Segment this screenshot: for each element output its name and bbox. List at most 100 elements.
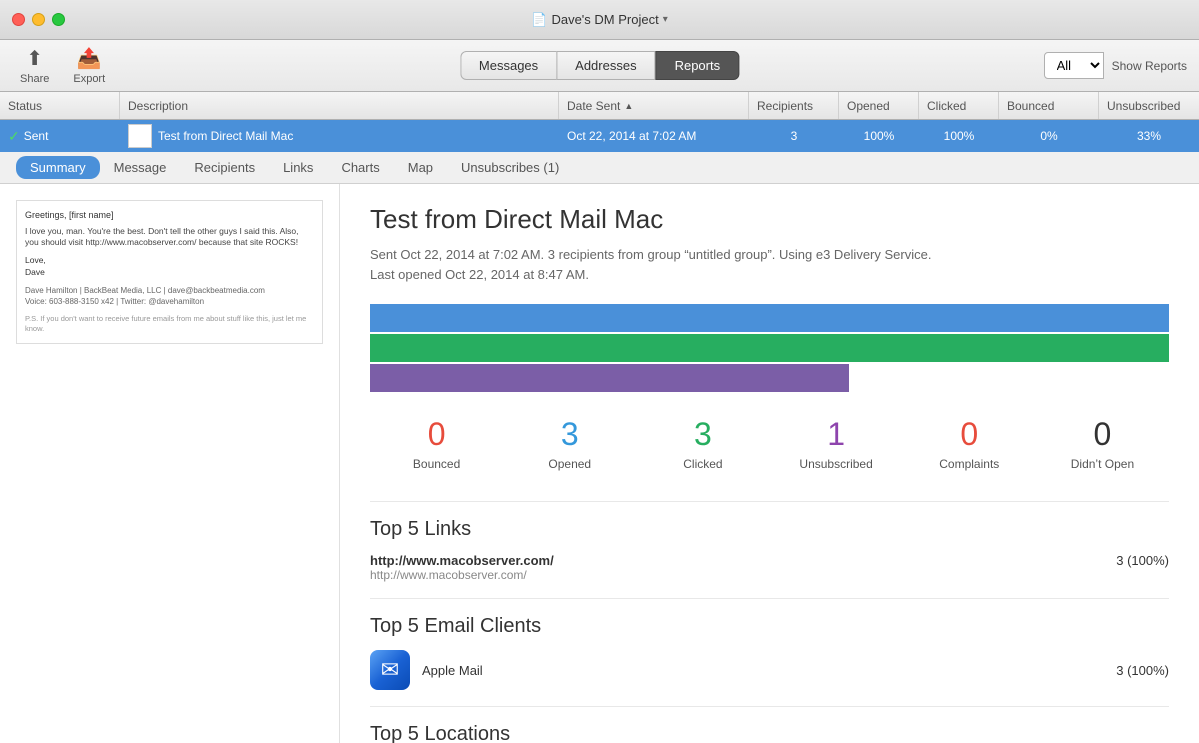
stat-didnt-open: 0 Didn’t Open <box>1036 416 1169 471</box>
th-recipients: Recipients <box>749 92 839 119</box>
td-date-sent: Oct 22, 2014 at 7:02 AM <box>559 120 749 152</box>
share-button[interactable]: ⬆ Share <box>12 42 57 89</box>
sub-tabs-bar: Summary Message Recipients Links Charts … <box>0 152 1199 184</box>
top-email-clients-title: Top 5 Email Clients <box>370 615 1169 638</box>
th-status: Status <box>0 92 120 119</box>
stat-unsubscribed-label: Unsubscribed <box>770 457 903 471</box>
tab-message[interactable]: Message <box>100 156 181 179</box>
stat-opened-number: 3 <box>503 416 636 453</box>
td-recipients: 3 <box>749 120 839 152</box>
toolbar-left: ⬆ Share 📤 Export <box>12 42 113 89</box>
tab-charts[interactable]: Charts <box>327 156 393 179</box>
email-client-count: 3 (100%) <box>1116 663 1169 678</box>
email-client-left: Apple Mail <box>370 650 483 690</box>
stats-row: 0 Bounced 3 Opened 3 Clicked 1 Unsubscri… <box>370 416 1169 471</box>
td-opened: 100% <box>839 120 919 152</box>
toolbar-right: All Show Reports <box>1044 52 1187 79</box>
titlebar: 📄 Dave's DM Project ▾ <box>0 0 1199 40</box>
nav-messages[interactable]: Messages <box>460 51 556 80</box>
stat-unsubscribed: 1 Unsubscribed <box>770 416 903 471</box>
table-row[interactable]: ✓ Sent Test from Direct Mail Mac Oct 22,… <box>0 120 1199 152</box>
nav-reports[interactable]: Reports <box>656 51 740 80</box>
filter-select[interactable]: All <box>1044 52 1104 79</box>
show-reports-label: Show Reports <box>1112 59 1187 73</box>
email-client-row: Apple Mail 3 (100%) <box>370 650 1169 690</box>
email-closing: Love,Dave <box>25 255 314 279</box>
tab-summary[interactable]: Summary <box>16 156 100 179</box>
chart-bar-opened <box>370 304 1169 332</box>
stat-clicked: 3 Clicked <box>636 416 769 471</box>
th-opened: Opened <box>839 92 919 119</box>
email-preview-panel: Greetings, [first name] I love you, man.… <box>0 184 340 743</box>
divider-3 <box>370 706 1169 707</box>
email-body-line1: I love you, man. You're the best. Don't … <box>25 226 314 250</box>
sent-check-icon: ✓ <box>8 128 20 145</box>
document-icon: 📄 <box>531 12 547 28</box>
link-secondary: http://www.macobserver.com/ <box>370 568 554 582</box>
stat-didnt-open-label: Didn’t Open <box>1036 457 1169 471</box>
stat-complaints: 0 Complaints <box>903 416 1036 471</box>
email-unsub: P.S. If you don't want to receive future… <box>25 314 314 335</box>
top-links-title: Top 5 Links <box>370 518 1169 541</box>
tab-recipients[interactable]: Recipients <box>180 156 269 179</box>
stat-bounced-label: Bounced <box>370 457 503 471</box>
link-count: 3 (100%) <box>1116 553 1169 568</box>
stat-complaints-number: 0 <box>903 416 1036 453</box>
link-item: http://www.macobserver.com/ http://www.m… <box>370 553 1169 582</box>
divider-2 <box>370 598 1169 599</box>
nav-addresses[interactable]: Addresses <box>556 51 655 80</box>
tab-unsubscribes[interactable]: Unsubscribes (1) <box>447 156 573 179</box>
export-button[interactable]: 📤 Export <box>65 42 113 89</box>
close-button[interactable] <box>12 13 25 26</box>
stat-bounced: 0 Bounced <box>370 416 503 471</box>
title-chevron-icon[interactable]: ▾ <box>663 14 668 25</box>
traffic-lights <box>12 13 65 26</box>
th-bounced: Bounced <box>999 92 1099 119</box>
chart-bar-clicked <box>370 334 1169 362</box>
main-content: Greetings, [first name] I love you, man.… <box>0 184 1199 743</box>
th-description: Description <box>120 92 559 119</box>
maximize-button[interactable] <box>52 13 65 26</box>
link-row: http://www.macobserver.com/ http://www.m… <box>370 553 1169 582</box>
stat-clicked-number: 3 <box>636 416 769 453</box>
td-status: ✓ Sent <box>0 120 120 152</box>
content-area: Test from Direct Mail Mac Sent Oct 22, 2… <box>340 184 1199 743</box>
email-preview-inner: Greetings, [first name] I love you, man.… <box>16 200 323 344</box>
th-clicked: Clicked <box>919 92 999 119</box>
window-title: 📄 Dave's DM Project ▾ <box>531 12 667 28</box>
tab-map[interactable]: Map <box>394 156 447 179</box>
minimize-button[interactable] <box>32 13 45 26</box>
campaign-title: Test from Direct Mail Mac <box>370 204 1169 235</box>
email-thumbnail <box>128 124 152 148</box>
stat-opened: 3 Opened <box>503 416 636 471</box>
td-clicked: 100% <box>919 120 999 152</box>
table-header: Status Description Date Sent ▲ Recipient… <box>0 92 1199 120</box>
link-primary: http://www.macobserver.com/ <box>370 553 554 568</box>
stat-bounced-number: 0 <box>370 416 503 453</box>
sort-arrow-icon: ▲ <box>624 101 633 111</box>
share-icon: ⬆ <box>26 46 43 71</box>
tab-links[interactable]: Links <box>269 156 327 179</box>
link-details: http://www.macobserver.com/ http://www.m… <box>370 553 554 582</box>
th-unsubscribed: Unsubscribed <box>1099 92 1199 119</box>
toolbar: ⬆ Share 📤 Export Messages Addresses Repo… <box>0 40 1199 92</box>
apple-mail-icon <box>370 650 410 690</box>
td-bounced: 0% <box>999 120 1099 152</box>
nav-tabs: Messages Addresses Reports <box>460 51 739 80</box>
campaign-meta: Sent Oct 22, 2014 at 7:02 AM. 3 recipien… <box>370 245 1169 284</box>
chart-bar-unsubscribed <box>370 364 849 392</box>
email-client-name: Apple Mail <box>422 663 483 678</box>
email-signature: Dave Hamilton | BackBeat Media, LLC | da… <box>25 285 314 307</box>
stat-didnt-open-number: 0 <box>1036 416 1169 453</box>
stats-chart <box>370 304 1169 392</box>
stat-opened-label: Opened <box>503 457 636 471</box>
stat-clicked-label: Clicked <box>636 457 769 471</box>
export-icon: 📤 <box>77 46 102 71</box>
th-date-sent[interactable]: Date Sent ▲ <box>559 92 749 119</box>
td-unsubscribed: 33% <box>1099 120 1199 152</box>
stat-complaints-label: Complaints <box>903 457 1036 471</box>
td-description: Test from Direct Mail Mac <box>120 120 559 152</box>
divider-1 <box>370 501 1169 502</box>
stat-unsubscribed-number: 1 <box>770 416 903 453</box>
top-locations-title: Top 5 Locations <box>370 723 1169 743</box>
